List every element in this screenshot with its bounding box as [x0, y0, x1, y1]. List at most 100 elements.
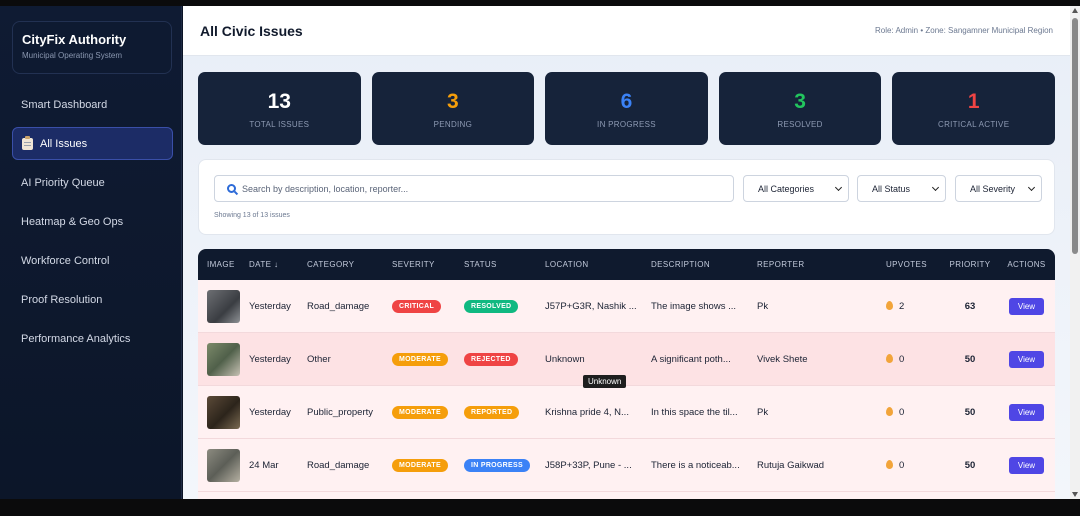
sidebar-item-performance-analytics[interactable]: Performance Analytics	[12, 322, 173, 355]
column-header-reporter[interactable]: REPORTER	[757, 260, 886, 269]
location-cell: J58P+33P, Pune - ...	[545, 459, 632, 471]
category-cell: Road_damage	[307, 300, 370, 312]
severity-badge: MODERATE	[392, 352, 448, 366]
reporter-cell: Vivek Shete	[757, 353, 808, 365]
stat-value: 13	[267, 90, 291, 113]
flame-icon	[886, 300, 893, 310]
stat-value: 6	[620, 90, 633, 113]
date-cell: Yesterday	[249, 406, 291, 418]
table-row[interactable]: Yesterday Public_property MODERATE REPOR…	[198, 386, 1055, 439]
sidebar-item-label: Workforce Control	[21, 254, 110, 267]
issue-thumbnail[interactable]	[207, 395, 240, 429]
sidebar-item-smart-dashboard[interactable]: Smart Dashboard	[12, 88, 173, 121]
view-button[interactable]: View	[1008, 456, 1045, 474]
column-header-category[interactable]: CATEGORY	[307, 260, 392, 269]
sidebar-item-label: All Issues	[40, 137, 88, 150]
chevron-down-icon	[834, 183, 843, 192]
upvotes-cell: 0	[899, 353, 905, 365]
view-button[interactable]: View	[1008, 350, 1045, 368]
description-cell: A significant poth...	[651, 353, 731, 365]
column-header-priority[interactable]: PRIORITY	[942, 260, 998, 269]
issue-thumbnail[interactable]	[207, 342, 240, 376]
top-bar: All Civic Issues Role: Admin • Zone: San…	[183, 6, 1070, 56]
scroll-down-arrow-icon[interactable]	[1072, 492, 1078, 497]
scroll-thumb[interactable]	[1072, 18, 1078, 254]
column-header-location[interactable]: LOCATION	[545, 260, 651, 269]
sidebar-item-label: AI Priority Queue	[21, 176, 105, 189]
stat-label: IN PROGRESS	[597, 120, 656, 129]
stat-label: CRITICAL ACTIVE	[938, 120, 1010, 129]
category-cell: Road_damage	[307, 459, 370, 471]
flame-icon	[886, 406, 893, 416]
sidebar-nav: Smart Dashboard All Issues AI Priority Q…	[12, 88, 173, 361]
stat-in-progress: 6 IN PROGRESS	[545, 72, 708, 145]
vertical-scrollbar[interactable]	[1070, 6, 1080, 499]
description-cell: In this space the til...	[651, 406, 738, 418]
priority-cell: 50	[964, 353, 976, 365]
table-header: IMAGE DATE ↓ CATEGORY SEVERITY STATUS LO…	[198, 249, 1055, 280]
status-badge: IN PROGRESS	[464, 458, 530, 472]
brand-title: CityFix Authority	[22, 32, 127, 47]
table-row[interactable]: Yesterday Other MODERATE REJECTED Unknow…	[198, 333, 1055, 386]
search-placeholder: Search by description, location, reporte…	[242, 183, 409, 194]
clipboard-icon	[22, 135, 33, 150]
date-cell: Yesterday	[249, 353, 291, 365]
severity-badge: MODERATE	[392, 458, 448, 472]
description-cell: There is a noticeab...	[651, 459, 740, 471]
status-select[interactable]: All Status	[857, 175, 946, 202]
column-header-upvotes[interactable]: UPVOTES	[886, 260, 942, 269]
column-header-actions: ACTIONS	[1007, 260, 1046, 269]
status-badge: REPORTED	[464, 405, 520, 419]
severity-badge: MODERATE	[392, 405, 448, 419]
sidebar-item-heatmap-geo-ops[interactable]: Heatmap & Geo Ops	[12, 205, 173, 238]
table-row[interactable]: 24 Mar Road_damage MODERATE IN PROGRESS …	[198, 439, 1055, 492]
column-header-description[interactable]: DESCRIPTION	[651, 260, 757, 269]
status-badge: REJECTED	[464, 352, 518, 366]
priority-cell: 50	[964, 459, 976, 471]
upvotes-cell: 0	[899, 406, 905, 418]
issue-thumbnail[interactable]	[207, 448, 240, 482]
description-cell: The image shows ...	[651, 300, 737, 312]
flame-icon	[886, 353, 893, 363]
sidebar-item-proof-resolution[interactable]: Proof Resolution	[12, 283, 173, 316]
stats-row: 13 TOTAL ISSUES 3 PENDING 6 IN PROGRESS …	[198, 72, 1055, 145]
category-cell: Other	[307, 353, 331, 365]
role-zone-label: Role: Admin • Zone: Sangamner Municipal …	[874, 26, 1053, 35]
main-content: All Civic Issues Role: Admin • Zone: San…	[183, 6, 1070, 499]
filter-panel: Search by description, location, reporte…	[198, 159, 1055, 235]
stat-label: TOTAL ISSUES	[249, 120, 310, 129]
sidebar-item-workforce-control[interactable]: Workforce Control	[12, 244, 173, 277]
location-tooltip: Unknown	[583, 375, 627, 388]
severity-select[interactable]: All Severity	[955, 175, 1042, 202]
location-cell: J57P+G3R, Nashik ...	[545, 300, 637, 312]
column-header-severity[interactable]: SEVERITY	[392, 260, 464, 269]
issues-table: IMAGE DATE ↓ CATEGORY SEVERITY STATUS LO…	[198, 249, 1055, 499]
table-row[interactable]: Yesterday Road_damage CRITICAL RESOLVED …	[198, 280, 1055, 333]
stat-value: 3	[447, 90, 459, 113]
results-count: Showing 13 of 13 issues	[214, 212, 290, 219]
severity-badge: CRITICAL	[392, 299, 442, 313]
stat-value: 1	[967, 90, 980, 113]
category-select-value: All Categories	[758, 183, 815, 194]
stat-resolved: 3 RESOLVED	[718, 72, 882, 145]
sidebar-item-ai-priority-queue[interactable]: AI Priority Queue	[12, 166, 173, 199]
stat-critical-active: 1 CRITICAL ACTIVE	[892, 72, 1055, 145]
upvotes-cell: 2	[899, 300, 905, 312]
issue-thumbnail[interactable]	[207, 289, 240, 323]
stat-label: PENDING	[433, 120, 473, 129]
priority-cell: 50	[964, 406, 976, 418]
column-header-status[interactable]: STATUS	[464, 260, 545, 269]
search-input[interactable]: Search by description, location, reporte…	[214, 175, 734, 202]
reporter-cell: Rutuja Gaikwad	[757, 459, 825, 471]
scroll-up-arrow-icon[interactable]	[1072, 8, 1078, 13]
app-window: CityFix Authority Municipal Operating Sy…	[0, 6, 1080, 499]
view-button[interactable]: View	[1008, 297, 1045, 315]
flame-icon	[886, 459, 893, 469]
column-header-image: IMAGE	[207, 260, 235, 269]
sidebar-item-all-issues[interactable]: All Issues	[12, 127, 173, 160]
view-button[interactable]: View	[1008, 403, 1045, 421]
category-select[interactable]: All Categories	[743, 175, 849, 202]
sidebar: CityFix Authority Municipal Operating Sy…	[0, 6, 182, 499]
sidebar-item-label: Proof Resolution	[21, 293, 103, 306]
column-header-date[interactable]: DATE ↓	[249, 260, 307, 269]
